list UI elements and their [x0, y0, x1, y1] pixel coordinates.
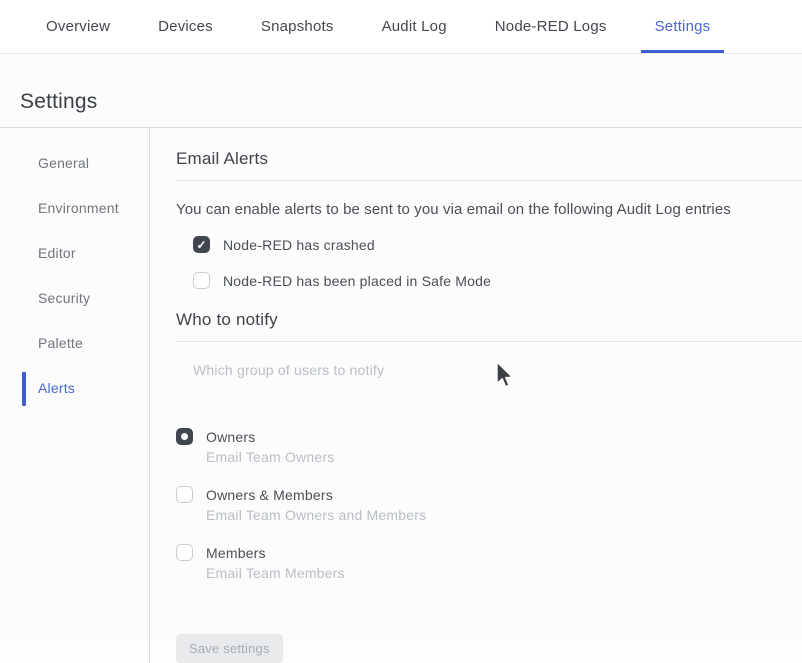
notify-description: Email Team Owners and Members	[206, 505, 426, 525]
top-nav: Overview Devices Snapshots Audit Log Nod…	[0, 0, 802, 54]
sidebar-item-alerts[interactable]: Alerts	[20, 379, 149, 398]
app-window: Overview Devices Snapshots Audit Log Nod…	[0, 0, 802, 640]
notify-description: Email Team Owners	[206, 447, 334, 467]
who-to-notify-section: Who to notify Which group of users to no…	[176, 310, 802, 663]
notify-label: Owners & Members	[206, 485, 426, 505]
notify-row-owners[interactable]: Owners Email Team Owners	[176, 427, 802, 467]
save-settings-button[interactable]: Save settings	[176, 634, 283, 663]
settings-sidebar: General Environment Editor Security Pale…	[0, 128, 150, 663]
tab-node-red-logs[interactable]: Node-RED Logs	[481, 0, 621, 53]
notify-label: Owners	[206, 427, 334, 447]
email-alerts-section: Email Alerts You can enable alerts to be…	[176, 149, 802, 289]
sidebar-item-palette[interactable]: Palette	[20, 334, 149, 353]
notify-description: Email Team Members	[206, 563, 345, 583]
email-alerts-description: You can enable alerts to be sent to you …	[176, 201, 802, 218]
page-title: Settings	[20, 90, 802, 114]
tab-snapshots[interactable]: Snapshots	[247, 0, 348, 53]
notify-row-owners-members[interactable]: Owners & Members Email Team Owners and M…	[176, 485, 802, 525]
checkbox-label: Node-RED has been placed in Safe Mode	[223, 273, 491, 289]
checkbox-row-safe-mode[interactable]: Node-RED has been placed in Safe Mode	[193, 272, 802, 289]
who-to-notify-hint: Which group of users to notify	[193, 362, 802, 378]
sidebar-item-security[interactable]: Security	[20, 289, 149, 308]
sidebar-item-general[interactable]: General	[20, 154, 149, 173]
checkbox-row-node-red-crashed[interactable]: Node-RED has crashed	[193, 236, 802, 253]
page-header: Settings	[0, 54, 802, 114]
sidebar-item-environment[interactable]: Environment	[20, 199, 149, 218]
tab-overview[interactable]: Overview	[32, 0, 124, 53]
checkbox-label: Node-RED has crashed	[223, 237, 375, 253]
checkbox-node-red-crashed[interactable]	[193, 236, 210, 253]
who-to-notify-heading: Who to notify	[176, 310, 802, 342]
notify-row-members[interactable]: Members Email Team Members	[176, 543, 802, 583]
tab-audit-log[interactable]: Audit Log	[368, 0, 461, 53]
radio-owners-members[interactable]	[176, 486, 193, 503]
notify-label: Members	[206, 543, 345, 563]
radio-members[interactable]	[176, 544, 193, 561]
tab-devices[interactable]: Devices	[144, 0, 227, 53]
tab-settings[interactable]: Settings	[641, 0, 725, 53]
radio-owners[interactable]	[176, 428, 193, 445]
checkbox-safe-mode[interactable]	[193, 272, 210, 289]
sidebar-item-editor[interactable]: Editor	[20, 244, 149, 263]
settings-main: Email Alerts You can enable alerts to be…	[150, 128, 802, 663]
email-alerts-heading: Email Alerts	[176, 149, 802, 181]
